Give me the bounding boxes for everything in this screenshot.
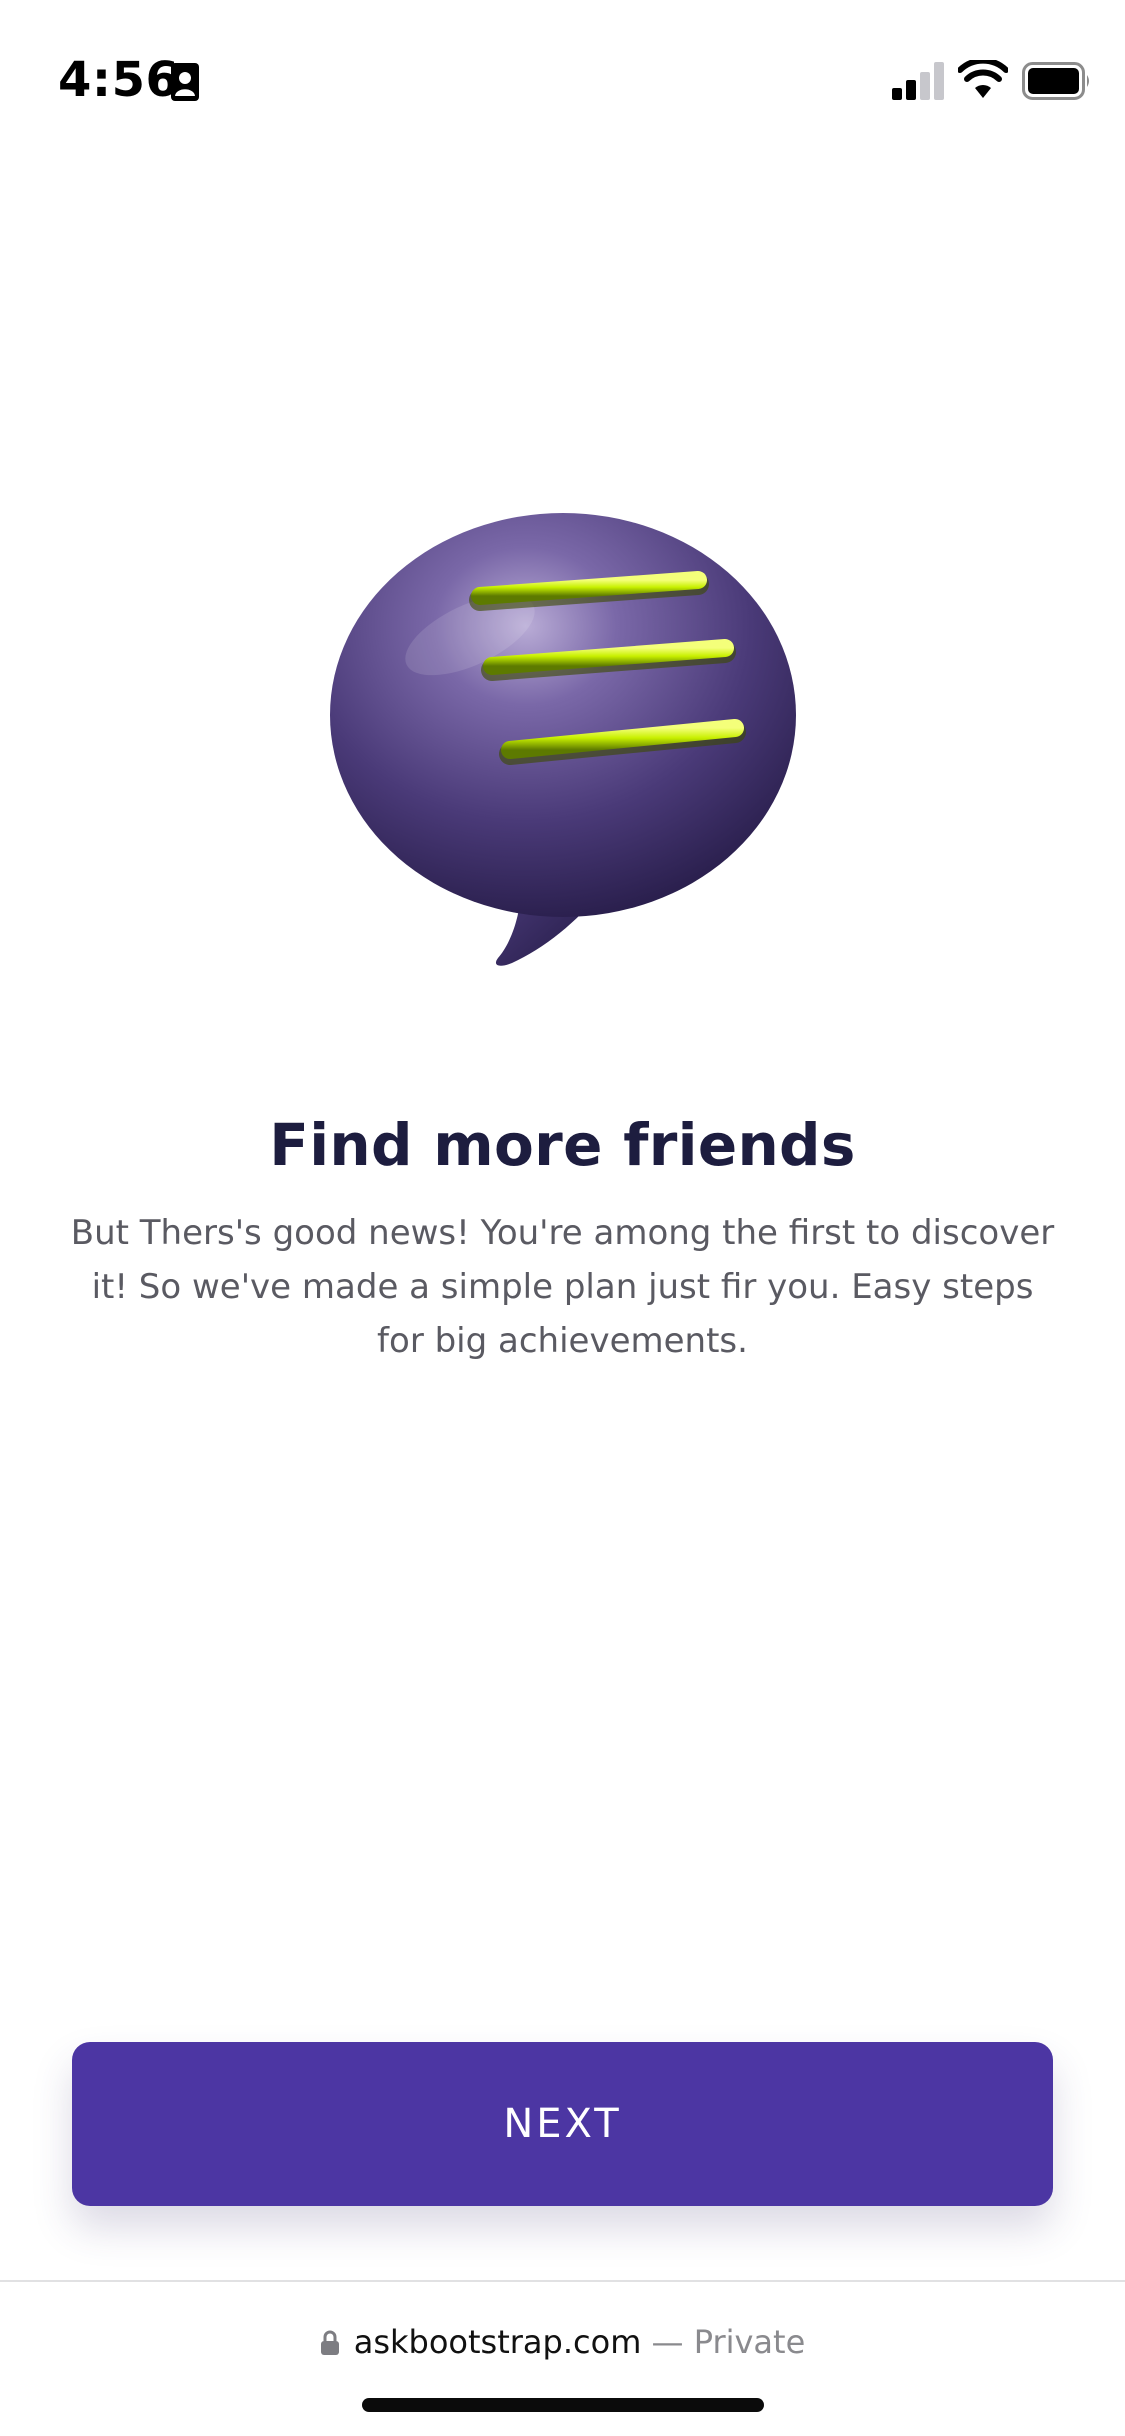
address-bar[interactable]: askbootstrap.com — Private (0, 2320, 1125, 2364)
home-indicator[interactable] (362, 2398, 764, 2412)
url-separator: — (651, 2323, 684, 2361)
wifi-icon (958, 60, 1008, 98)
private-mode-label: Private (693, 2323, 806, 2361)
next-button[interactable]: NEXT (72, 2042, 1053, 2206)
status-time: 4:56 (58, 52, 180, 108)
url-text: askbootstrap.com (353, 2323, 642, 2361)
signal-icon (892, 62, 944, 100)
page-title: Find more friends (269, 1111, 856, 1179)
contact-card-icon (171, 63, 199, 101)
status-bar: 4:56 (0, 0, 1125, 150)
battery-icon (1022, 62, 1089, 100)
browser-bottom-bar: askbootstrap.com — Private (0, 2280, 1125, 2436)
chat-bubble-icon (330, 513, 796, 966)
page-description: But Thers's good news! You're among the … (70, 1213, 1055, 1361)
lock-icon (320, 2330, 339, 2355)
